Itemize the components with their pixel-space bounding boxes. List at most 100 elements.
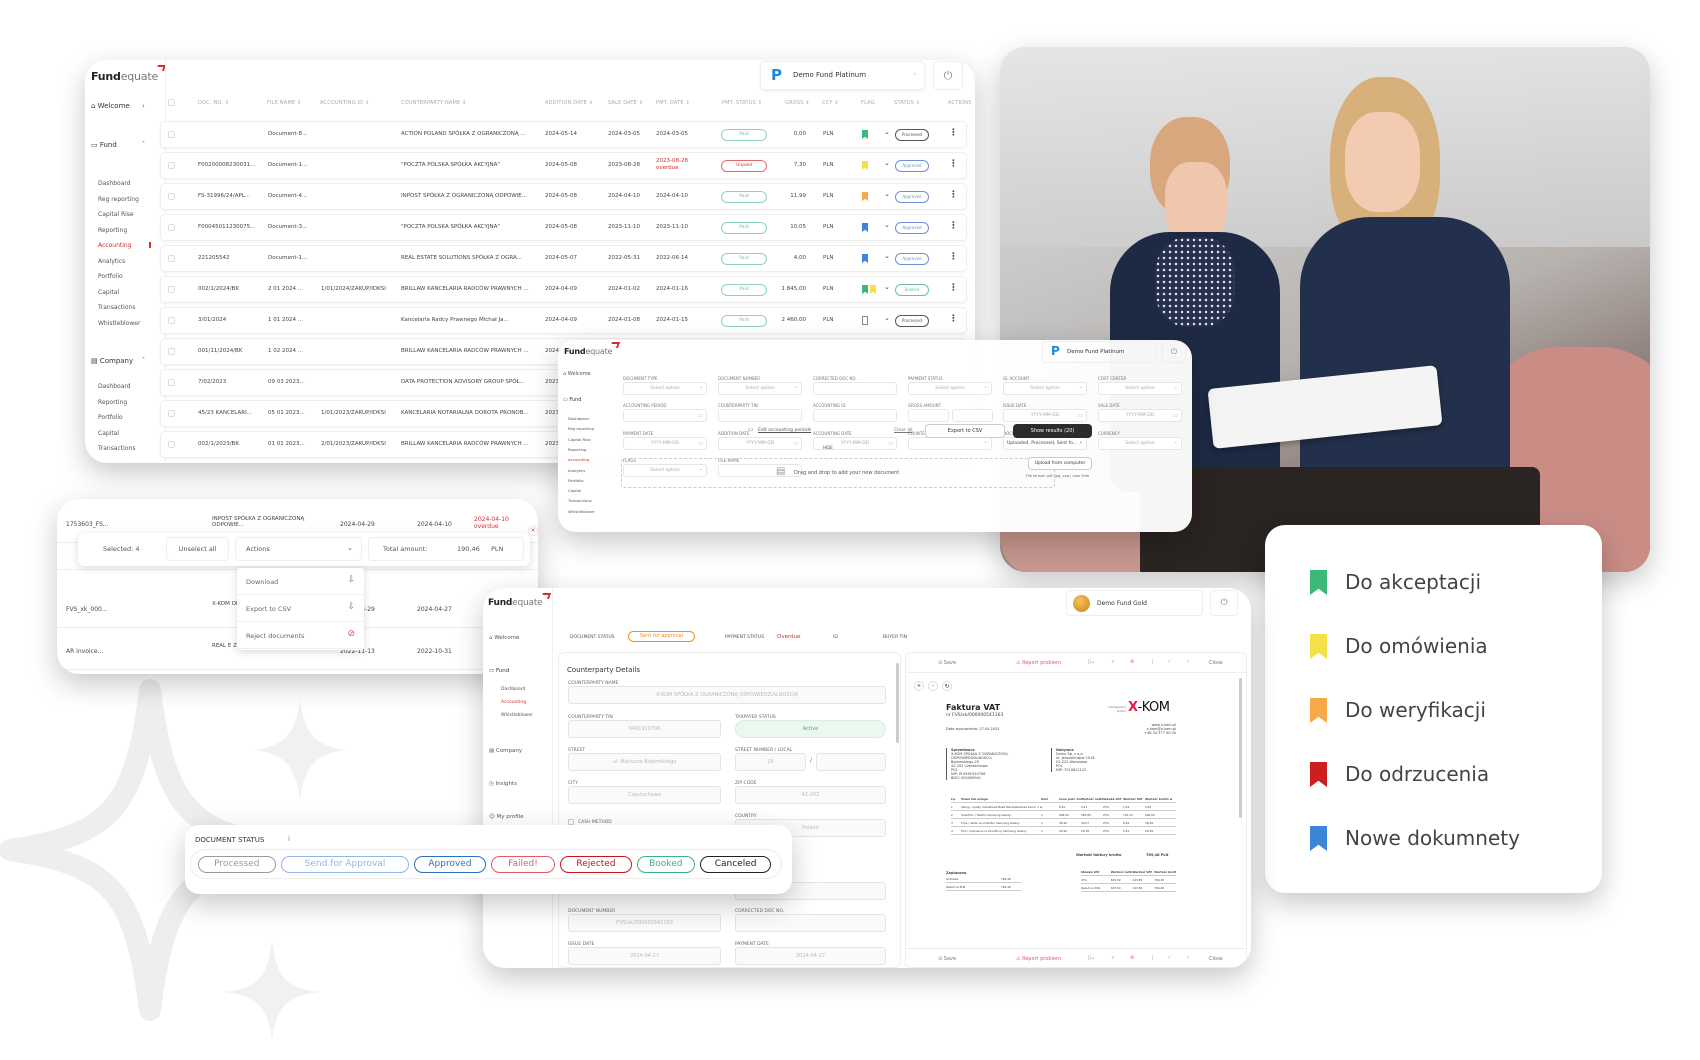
column-header[interactable]: ADDITION DATE ⇕ (545, 100, 593, 106)
zoom-in-button[interactable]: + (914, 681, 924, 691)
more-actions-icon[interactable]: ⋮ (949, 314, 958, 324)
sidebar-item[interactable]: Whistleblower (501, 713, 533, 718)
approve-icon[interactable]: ✓ (1111, 955, 1115, 961)
zoom-out-button[interactable]: - (928, 681, 938, 691)
filter-date[interactable]: YYYY-MM-DD ▭ (718, 437, 802, 450)
filter-text[interactable] (718, 409, 802, 422)
filter-select[interactable]: Select option ⌄ (623, 382, 707, 395)
more-actions-icon[interactable]: ⋮ (949, 252, 958, 262)
flag-yellow-icon[interactable] (862, 161, 868, 170)
sidebar-item[interactable]: Portfolio (98, 414, 123, 421)
fund-selector[interactable]: Demo Fund Gold (1066, 590, 1203, 616)
filter-range-max[interactable] (952, 409, 993, 422)
flag-chevron-icon[interactable]: ⌄ (884, 314, 890, 322)
power-button[interactable]: ⏻ (1162, 341, 1186, 363)
sidebar-item[interactable]: Capital Rise (568, 437, 591, 442)
filter-select[interactable]: Select option ⌄ (1098, 382, 1182, 395)
column-header[interactable]: SALE DATE ⇕ (608, 100, 643, 106)
sidebar-item-company[interactable]: ▤ Company (91, 357, 133, 365)
more-icon[interactable]: ⋮ (1150, 659, 1155, 665)
column-header[interactable]: DOC. NO. ⇕ (198, 100, 229, 106)
sidebar-item-welcome[interactable]: ⌂ Welcome (563, 371, 591, 377)
more-actions-icon[interactable]: ⋮ (949, 128, 958, 138)
column-header[interactable]: PMT. STATUS ⇕ (722, 100, 762, 106)
more-actions-icon[interactable]: ⋮ (949, 159, 958, 169)
status-chip[interactable]: Processed (198, 856, 276, 873)
reject-icon[interactable]: ⊘ (1130, 955, 1134, 961)
sidebar-item[interactable]: Reporting (568, 447, 586, 452)
filter-range[interactable] (908, 409, 949, 422)
fund-selector[interactable]: P Demo Fund Platinum › (760, 61, 925, 90)
flag-chevron-icon[interactable]: ⌄ (884, 252, 890, 260)
export-csv-button[interactable]: Export to CSV (925, 424, 1005, 438)
sidebar-item[interactable]: Dashboard (568, 416, 589, 421)
row-checkbox[interactable] (168, 131, 175, 138)
counterparty-tin-field[interactable]: 9491910706 (568, 720, 721, 738)
next-icon[interactable]: › (1187, 955, 1189, 961)
flag-green-icon[interactable] (862, 285, 868, 294)
table-row[interactable]: FS-31996/24/APL... Document-4... INPOST SP… (160, 183, 967, 210)
status-chip[interactable]: Approved (414, 856, 486, 873)
table-row[interactable]: 221205542 Document-1... REAL ESTATE SOLUTI… (160, 245, 967, 272)
row-checkbox[interactable] (168, 348, 175, 355)
street-field[interactable]: ul. Mariusza Bojemskiego (568, 753, 721, 771)
city-field[interactable]: Częstochowa (568, 786, 721, 804)
row-checkbox[interactable] (168, 286, 175, 293)
sidebar-item-company[interactable]: ▤ Company (489, 748, 522, 754)
counterparty-name-select[interactable]: X-KOM SPÓŁKA Z OGRANICZONĄ ODPOWIEDZIALN… (568, 686, 886, 704)
column-header[interactable]: ACCOUNTING ID ⇕ (320, 100, 370, 106)
filter-select[interactable]: Uploaded, Processed, Sent fo... ⌄ (1003, 437, 1087, 450)
approve-icon[interactable]: ✓ (1111, 659, 1115, 665)
column-header[interactable]: ACTIONS (948, 100, 972, 106)
flag-orange-icon[interactable] (862, 192, 868, 201)
select-all-checkbox[interactable] (168, 99, 175, 106)
sidebar-item[interactable]: Reporting (98, 227, 127, 234)
flag-blue-icon[interactable] (862, 254, 868, 263)
filter-text[interactable] (813, 409, 897, 422)
sidebar-item-welcome[interactable]: ⌂ Welcome (91, 102, 130, 110)
sidebar-item-fund[interactable]: ▭ Fund (563, 397, 581, 403)
flag-chevron-icon[interactable]: ⌄ (884, 221, 890, 229)
more-actions-icon[interactable]: ⋮ (949, 221, 958, 231)
status-chip[interactable]: Failed! (490, 856, 556, 873)
column-header[interactable]: FILE NAME ⇕ (267, 100, 302, 106)
sidebar-item-insights[interactable]: ◷ Insights (489, 781, 517, 787)
sidebar-item[interactable]: Dashboard (98, 180, 131, 187)
column-header[interactable]: STATUS ⇕ (894, 100, 920, 106)
report-problem-button[interactable]: ⚠ Report problem (1016, 956, 1061, 962)
row-checkbox[interactable] (168, 379, 175, 386)
sidebar-item[interactable]: Capital Rise (98, 211, 134, 218)
filter-date[interactable]: YYYY-MM-DD ▭ (1098, 409, 1182, 422)
row-checkbox[interactable] (168, 317, 175, 324)
flag-dropdown-icon[interactable]: ▯⌄ (1088, 659, 1095, 665)
actions-dropdown[interactable]: Actions ⌄ (235, 537, 362, 561)
sidebar-item-fund[interactable]: ▭ Fund (489, 668, 509, 674)
previous-icon[interactable]: ‹ (1168, 955, 1170, 961)
save-button[interactable]: ⊙ Save (938, 660, 956, 666)
zip-code-field[interactable]: 42-202 (735, 786, 886, 804)
sidebar-item[interactable]: Portfolio (98, 273, 123, 280)
flag-chevron-icon[interactable]: ⌄ (884, 159, 890, 167)
filter-date[interactable]: ▭ (623, 409, 707, 422)
sidebar-item[interactable]: Transactions (98, 445, 135, 452)
filter-select[interactable]: ⌄ (908, 437, 992, 450)
scrollbar[interactable] (1239, 678, 1242, 818)
filter-select[interactable]: Select option ⌄ (718, 382, 802, 395)
flag-outline-icon[interactable] (862, 316, 868, 325)
filter-date[interactable]: YYYY-MM-DD ▭ (623, 437, 707, 450)
hide-filters-toggle[interactable]: HIDE (823, 445, 833, 450)
close-button[interactable]: Close (1209, 956, 1223, 962)
close-icon[interactable]: × (529, 527, 537, 535)
sidebar-item[interactable]: Accounting (501, 700, 526, 705)
row-checkbox[interactable] (168, 441, 175, 448)
reject-icon[interactable]: ⊘ (1130, 659, 1134, 665)
filter-date[interactable]: YYYY-MM-DD ▭ (1003, 409, 1087, 422)
power-button[interactable]: ⏻ (1210, 590, 1238, 616)
save-button[interactable]: ⊙ Save (938, 956, 956, 962)
flag-yellow-icon[interactable] (870, 285, 876, 294)
menu-item[interactable]: Download ⇩ (237, 568, 364, 595)
menu-item[interactable]: Export to CSV ⇩ (237, 595, 364, 622)
status-chip[interactable]: Rejected (560, 856, 632, 873)
document-number-field[interactable]: FVS/xk/000000541163 (568, 914, 721, 932)
flag-dropdown-icon[interactable]: ▯⌄ (1088, 955, 1095, 961)
